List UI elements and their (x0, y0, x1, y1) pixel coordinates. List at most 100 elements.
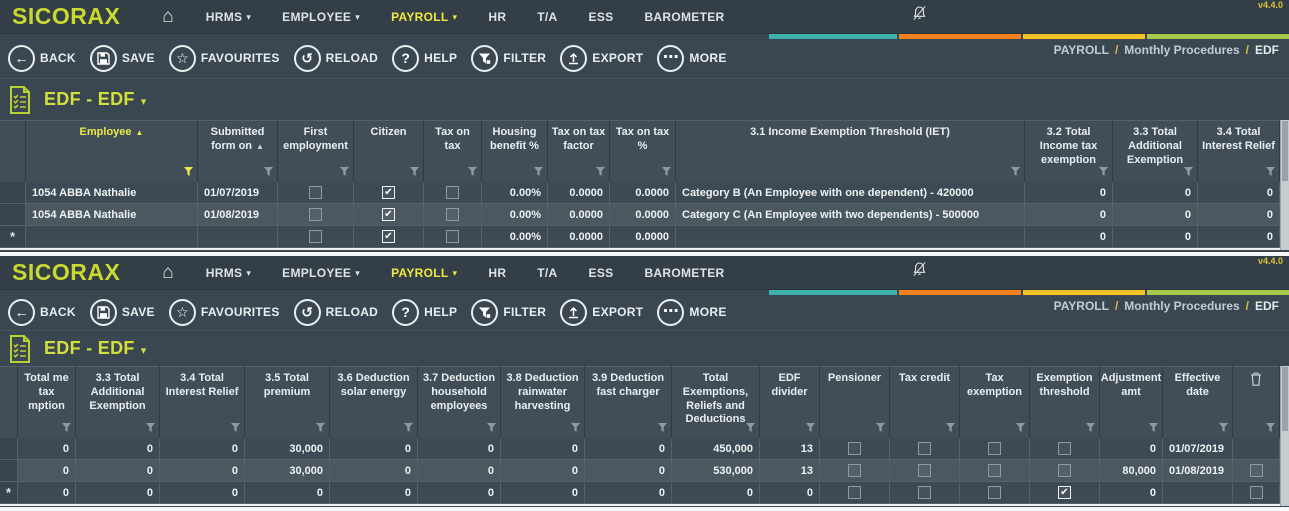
filter-funnel-icon[interactable] (1099, 167, 1108, 176)
column-header-effective-date[interactable]: Effective date (1163, 366, 1233, 438)
column-header-tax-on-tax-pct[interactable]: Tax on tax % (610, 120, 676, 182)
filter-funnel-icon[interactable] (1266, 167, 1275, 176)
cell-total-income-tax-exemption-clipped[interactable]: 0 (18, 438, 76, 459)
cell-effective-date[interactable]: 01/08/2019 (1163, 460, 1233, 481)
tax-credit-checkbox[interactable] (918, 442, 931, 455)
tax-exemption-checkbox[interactable] (988, 442, 1001, 455)
cell-submitted-form-on[interactable] (198, 226, 278, 247)
cell-total-additional-exemption[interactable]: 0 (76, 482, 160, 503)
column-header-pensioner[interactable]: Pensioner (820, 366, 890, 438)
citizen-checkbox[interactable] (382, 230, 395, 243)
cell-housing-benefit-pct[interactable]: 0.00% (482, 182, 548, 203)
cell-income-exemption-threshold[interactable]: Category C (An Employee with two depende… (676, 204, 1025, 225)
cell-effective-date[interactable]: 01/07/2019 (1163, 438, 1233, 459)
first-employment-checkbox[interactable] (309, 208, 322, 221)
menu-item-hr[interactable]: HR (488, 10, 506, 24)
column-header-adjustment-amt[interactable]: Adjustment amt (1100, 366, 1163, 438)
cell-edf-divider[interactable]: 13 (760, 460, 820, 481)
more-button[interactable]: ⋯ MORE (657, 298, 726, 326)
cell-employee[interactable] (26, 226, 198, 247)
column-header-citizen[interactable]: Citizen (354, 120, 424, 182)
pensioner-checkbox[interactable] (848, 442, 861, 455)
column-header-total-exemptions-reliefs-deductions[interactable]: Total Exemptions, Reliefs and Deductions (672, 366, 760, 438)
breadcrumb-payroll[interactable]: PAYROLL (1054, 299, 1109, 313)
cell-tax-on-tax-pct[interactable]: 0.0000 (610, 182, 676, 203)
filter-funnel-icon[interactable] (231, 423, 240, 432)
column-header-total-premium[interactable]: 3.5 Total premium (245, 366, 330, 438)
cell-housing-benefit-pct[interactable]: 0.00% (482, 226, 548, 247)
filter-funnel-icon[interactable] (1011, 167, 1020, 176)
column-header-total-additional-exemption[interactable]: 3.3 Total Additional Exemption (76, 366, 160, 438)
menu-item-barometer[interactable]: BAROMETER (644, 266, 724, 280)
column-header-total-additional-exemption[interactable]: 3.3 Total Additional Exemption (1113, 120, 1198, 182)
cell-total-income-tax-exemption-clipped[interactable]: 0 (18, 460, 76, 481)
exemption-threshold-checkbox[interactable] (1058, 464, 1071, 477)
back-button[interactable]: ← BACK (8, 298, 76, 326)
filter-funnel-icon[interactable] (1016, 423, 1025, 432)
tax-exemption-checkbox[interactable] (988, 464, 1001, 477)
cell-employee[interactable]: 1054 ABBA Nathalie (26, 182, 198, 203)
cell-edf-divider[interactable]: 13 (760, 438, 820, 459)
cell-deduction-solar-energy[interactable]: 0 (330, 482, 418, 503)
filter-funnel-icon[interactable] (1219, 423, 1228, 432)
reload-button[interactable]: ↺ RELOAD (293, 298, 378, 326)
column-header-deduction-fast-charger[interactable]: 3.9 Deduction fast charger (585, 366, 672, 438)
filter-funnel-icon[interactable] (184, 167, 193, 176)
favourites-button[interactable]: ☆ FAVOURITES (168, 298, 280, 326)
menu-item-hr[interactable]: HR (488, 266, 506, 280)
cell-housing-benefit-pct[interactable]: 0.00% (482, 204, 548, 225)
vertical-scrollbar[interactable] (1280, 120, 1289, 250)
column-header-total-interest-relief[interactable]: 3.4 Total Interest Relief (1198, 120, 1280, 182)
cell-row-selector[interactable] (0, 460, 18, 481)
column-header-first-employment[interactable]: First employment (278, 120, 354, 182)
filter-button[interactable]: FILTER (471, 298, 546, 326)
citizen-checkbox[interactable] (382, 186, 395, 199)
column-header-total-income-tax-exemption-clipped[interactable]: Total me tax mption (18, 366, 76, 438)
filter-funnel-icon[interactable] (1086, 423, 1095, 432)
cell-deduction-fast-charger[interactable]: 0 (585, 438, 672, 459)
cell-tax-on-tax-factor[interactable]: 0.0000 (548, 204, 610, 225)
cell-row-selector[interactable]: * (0, 482, 18, 503)
cell-deduction-fast-charger[interactable]: 0 (585, 460, 672, 481)
cell-income-exemption-threshold[interactable]: Category B (An Employee with one depende… (676, 182, 1025, 203)
column-header-housing-benefit-pct[interactable]: Housing benefit % (482, 120, 548, 182)
cell-deduction-rainwater-harvesting[interactable]: 0 (501, 438, 585, 459)
filter-funnel-icon[interactable] (1149, 423, 1158, 432)
cell-deduction-household-employees[interactable]: 0 (418, 460, 501, 481)
cell-row-selector[interactable] (0, 438, 18, 459)
favourites-button[interactable]: ☆ FAVOURITES (168, 44, 280, 72)
help-button[interactable]: ? HELP (392, 298, 457, 326)
filter-funnel-icon[interactable] (410, 167, 419, 176)
filter-funnel-icon[interactable] (1266, 423, 1275, 432)
tax-credit-checkbox[interactable] (918, 486, 931, 499)
breadcrumb-payroll[interactable]: PAYROLL (1054, 43, 1109, 57)
pensioner-checkbox[interactable] (848, 486, 861, 499)
column-header-tax-credit[interactable]: Tax credit (890, 366, 960, 438)
column-header-tax-exemption[interactable]: Tax exemption (960, 366, 1030, 438)
filter-funnel-icon[interactable] (340, 167, 349, 176)
breadcrumb-monthly-procedures[interactable]: Monthly Procedures (1124, 299, 1239, 313)
filter-funnel-icon[interactable] (571, 423, 580, 432)
column-header-total-income-tax-exemption[interactable]: 3.2 Total Income tax exemption (1025, 120, 1113, 182)
column-header-employee[interactable]: Employee ▲ (26, 120, 198, 182)
cell-deduction-household-employees[interactable]: 0 (418, 482, 501, 503)
cell-tax-on-tax-pct[interactable]: 0.0000 (610, 204, 676, 225)
column-header-delete[interactable] (1233, 366, 1280, 438)
export-button[interactable]: EXPORT (560, 44, 643, 72)
column-header-exemption-threshold[interactable]: Exemption threshold (1030, 366, 1100, 438)
export-button[interactable]: EXPORT (560, 298, 643, 326)
cell-total-interest-relief[interactable]: 0 (1198, 204, 1280, 225)
cell-total-interest-relief[interactable]: 0 (160, 460, 245, 481)
exemption-threshold-checkbox[interactable] (1058, 442, 1071, 455)
cell-total-additional-exemption[interactable]: 0 (1113, 226, 1198, 247)
cell-row-selector[interactable] (0, 182, 26, 203)
more-button[interactable]: ⋯ MORE (657, 44, 726, 72)
menu-item-hrms[interactable]: HRMS ▾ (206, 10, 251, 24)
filter-funnel-icon[interactable] (596, 167, 605, 176)
filter-funnel-icon[interactable] (62, 423, 71, 432)
tax-exemption-checkbox[interactable] (988, 486, 1001, 499)
filter-funnel-icon[interactable] (658, 423, 667, 432)
filter-funnel-icon[interactable] (404, 423, 413, 432)
cell-total-interest-relief[interactable]: 0 (1198, 182, 1280, 203)
breadcrumb-monthly-procedures[interactable]: Monthly Procedures (1124, 43, 1239, 57)
